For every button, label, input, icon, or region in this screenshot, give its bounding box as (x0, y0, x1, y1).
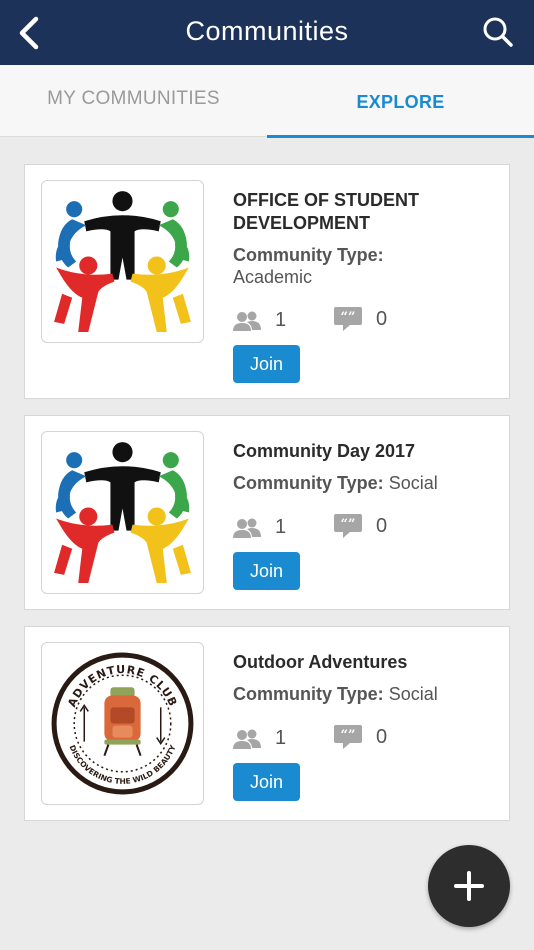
member-count: 1 (233, 727, 286, 750)
post-count: 0 (334, 725, 387, 749)
page-title: Communities (185, 16, 349, 46)
community-type: Community Type: Social (233, 472, 501, 494)
community-name: Community Day 2017 (233, 441, 416, 461)
member-count-value: 1 (275, 727, 287, 749)
community-type-value: Social (388, 473, 438, 493)
members-icon (233, 518, 261, 538)
community-type-label: Community Type: (233, 245, 384, 265)
people-circle-logo-icon (54, 191, 191, 332)
post-count: 0 (334, 307, 387, 331)
app-bar: Communities (0, 0, 534, 65)
member-count-value: 1 (275, 309, 287, 331)
add-community-button[interactable] (428, 845, 510, 927)
comments-icon (334, 307, 362, 331)
people-circle-logo-icon (54, 442, 191, 583)
join-button[interactable]: Join (233, 763, 300, 801)
community-type-label: Community Type: (233, 473, 384, 493)
join-button[interactable]: Join (233, 345, 300, 383)
member-count: 1 (233, 516, 286, 539)
tab-label: EXPLORE (356, 92, 445, 112)
tab-my-communities[interactable]: MY COMMUNITIES (0, 65, 267, 137)
search-icon[interactable] (482, 16, 514, 48)
plus-icon (454, 871, 484, 901)
member-count-value: 1 (275, 516, 287, 538)
member-count: 1 (233, 309, 286, 332)
community-card[interactable]: ADVENTURE CLUB DISCOVERING THE WILD BEAU… (24, 626, 510, 821)
members-icon (233, 729, 261, 749)
tab-bar: MY COMMUNITIES EXPLORE (0, 65, 534, 138)
post-count-value: 0 (376, 725, 388, 748)
community-card[interactable]: Community Day 2017 Community Type: Socia… (24, 415, 510, 610)
members-icon (233, 311, 261, 331)
active-tab-indicator (267, 135, 534, 138)
community-type-label: Community Type: (233, 684, 384, 704)
community-image: ADVENTURE CLUB DISCOVERING THE WILD BEAU… (41, 642, 204, 805)
tab-explore[interactable]: EXPLORE (267, 65, 534, 138)
post-count: 0 (334, 514, 387, 538)
community-name: Outdoor Adventures (233, 652, 408, 672)
community-type: Community Type: Social (233, 683, 501, 705)
join-button[interactable]: Join (233, 552, 300, 590)
comments-icon (334, 514, 362, 538)
community-name: OFFICE OF STUDENT DEVELOPMENT (233, 190, 419, 233)
community-type-value: Social (388, 684, 438, 704)
adventure-club-badge-icon: ADVENTURE CLUB DISCOVERING THE WILD BEAU… (51, 652, 194, 795)
community-image (41, 180, 204, 343)
post-count-value: 0 (376, 514, 388, 537)
tab-label: MY COMMUNITIES (47, 88, 220, 109)
comments-icon (334, 725, 362, 749)
post-count-value: 0 (376, 307, 388, 330)
community-type: Community Type: Academic (233, 244, 501, 288)
community-card[interactable]: OFFICE OF STUDENT DEVELOPMENT Community … (24, 164, 510, 399)
community-type-value: Academic (233, 267, 313, 287)
community-image (41, 431, 204, 594)
